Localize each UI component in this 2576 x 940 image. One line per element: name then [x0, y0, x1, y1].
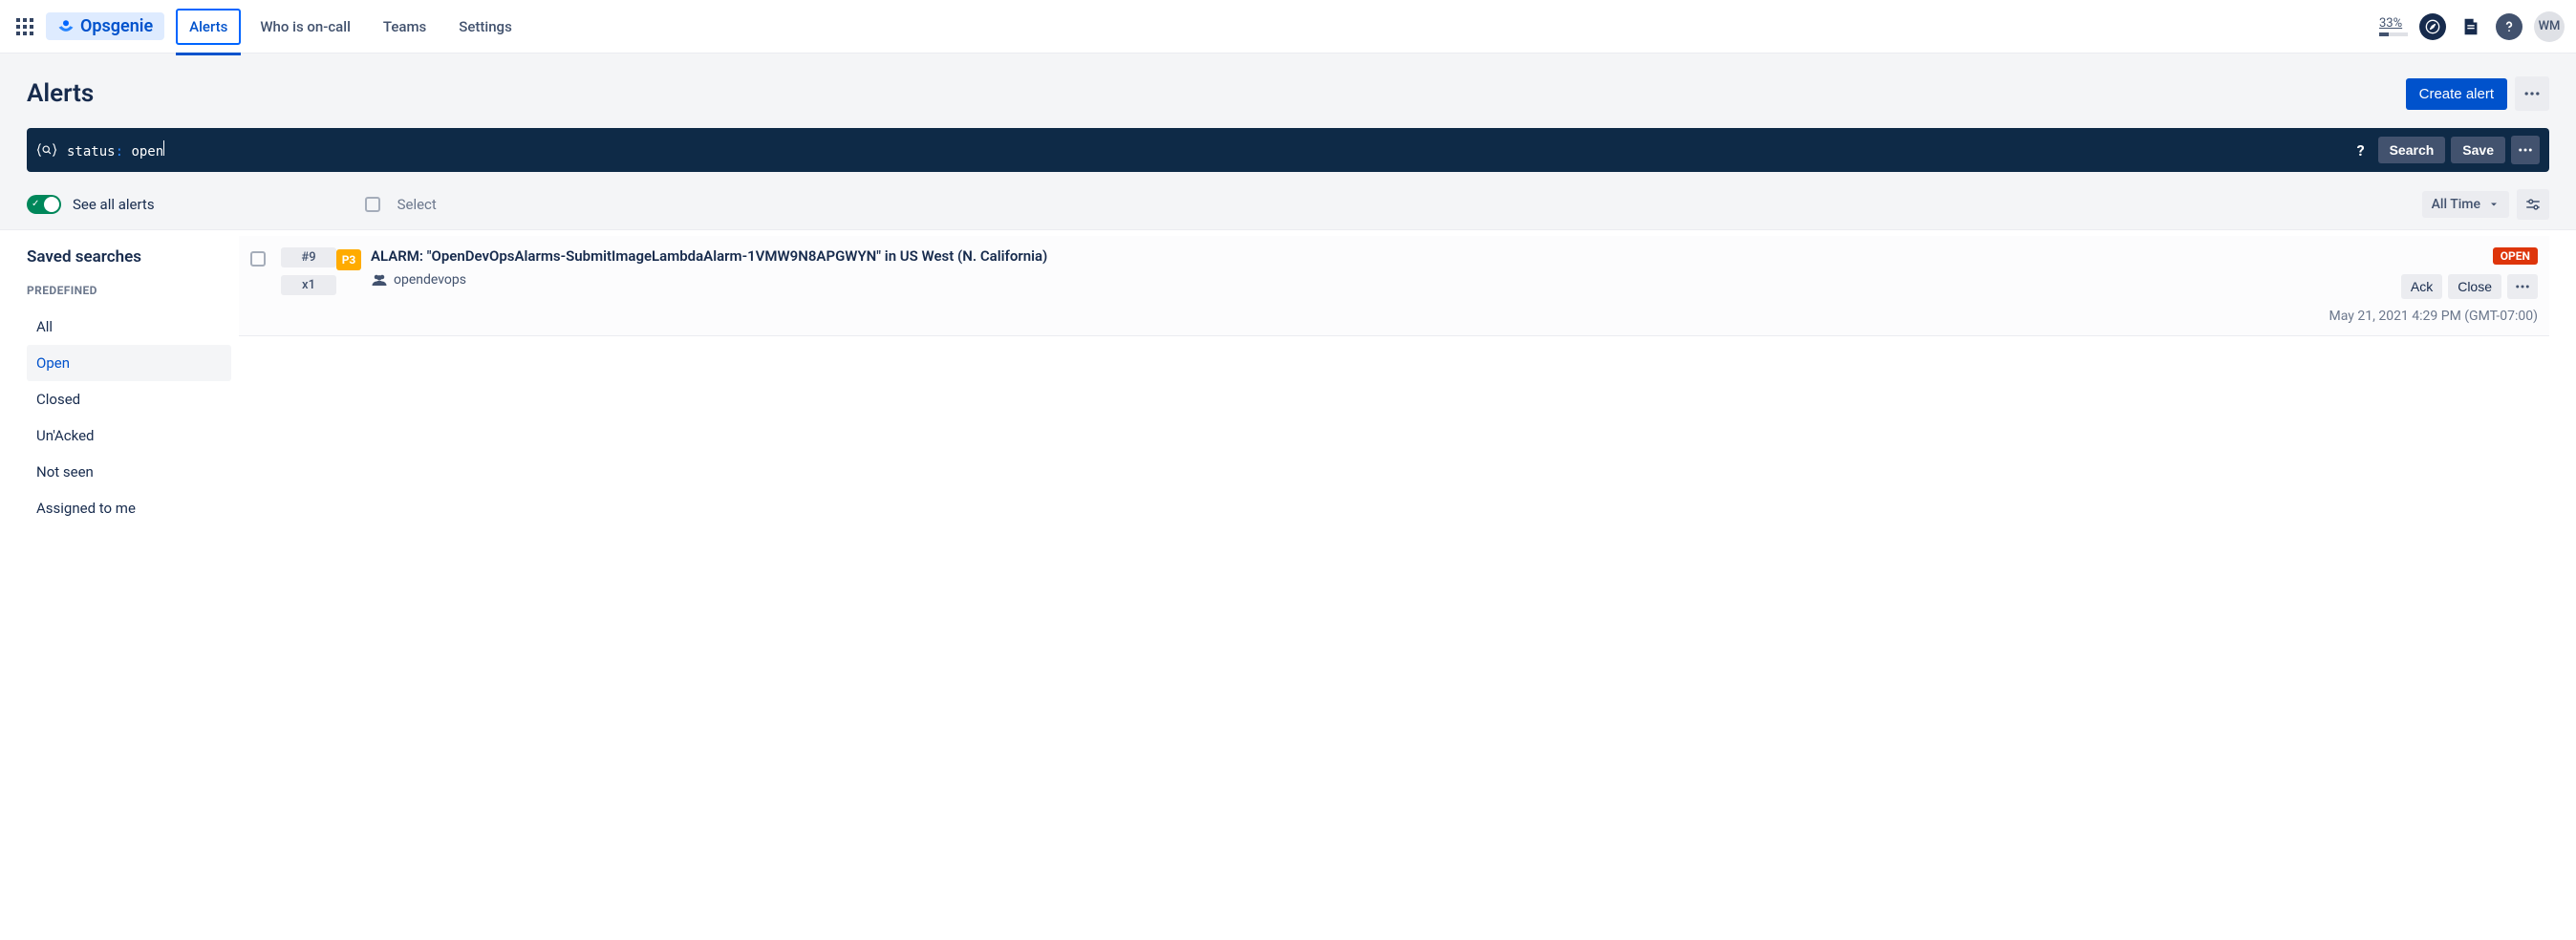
alert-team-name: opendevops — [394, 272, 466, 288]
sidebar-item-unacked[interactable]: Un'Acked — [27, 417, 231, 454]
page-more-icon[interactable] — [2515, 76, 2549, 111]
query-key: status — [67, 144, 116, 160]
sidebar: Saved searches PREDEFINED All Open Close… — [0, 230, 239, 544]
create-alert-button[interactable]: Create alert — [2406, 78, 2507, 110]
docs-icon[interactable] — [2458, 13, 2484, 40]
time-filter-dropdown[interactable]: All Time — [2422, 191, 2509, 218]
search-input[interactable]: status: open — [36, 140, 2350, 160]
alert-count-badge: x1 — [281, 275, 336, 295]
priority-badge: P3 — [336, 249, 361, 270]
alert-title[interactable]: ALARM: "OpenDevOpsAlarms-SubmitImageLamb… — [371, 247, 2329, 265]
sidebar-section-label: PREDEFINED — [27, 284, 231, 297]
user-avatar[interactable]: WM — [2534, 11, 2565, 42]
usage-percent[interactable]: 33% — [2379, 16, 2408, 36]
close-button[interactable]: Close — [2448, 274, 2501, 299]
search-bar: status: open ? Search Save — [27, 128, 2549, 172]
team-icon — [371, 273, 388, 287]
search-query-icon — [36, 141, 57, 159]
see-all-alerts-toggle[interactable]: ✓ — [27, 195, 61, 214]
query-value: open — [131, 144, 163, 160]
alert-checkbox[interactable] — [250, 251, 266, 267]
save-search-button[interactable]: Save — [2451, 137, 2505, 163]
sidebar-item-assigned-to-me[interactable]: Assigned to me — [27, 490, 231, 526]
nav-tab-teams[interactable]: Teams — [370, 9, 440, 45]
sidebar-title: Saved searches — [27, 247, 231, 267]
nav-tab-settings[interactable]: Settings — [445, 9, 526, 45]
select-label: Select — [397, 196, 437, 213]
app-switcher-icon[interactable] — [11, 13, 38, 40]
alert-team[interactable]: opendevops — [371, 272, 2329, 288]
ack-button[interactable]: Ack — [2401, 274, 2442, 299]
page-header: Alerts Create alert — [0, 53, 2576, 128]
sidebar-item-not-seen[interactable]: Not seen — [27, 454, 231, 490]
query-help-icon[interactable]: ? — [2350, 141, 2372, 160]
nav-tabs: Alerts Who is on-call Teams Settings — [176, 9, 531, 45]
page-title: Alerts — [27, 79, 94, 108]
brand-name: Opsgenie — [80, 16, 153, 36]
sidebar-item-open[interactable]: Open — [27, 345, 231, 381]
top-nav: Opsgenie Alerts Who is on-call Teams Set… — [0, 0, 2576, 53]
alert-status-badge: OPEN — [2493, 247, 2538, 265]
alerts-list: #9 x1 P3 ALARM: "OpenDevOpsAlarms-Submit… — [239, 230, 2576, 544]
alert-more-icon[interactable] — [2507, 274, 2538, 299]
toggle-label: See all alerts — [73, 196, 155, 213]
search-button[interactable]: Search — [2378, 137, 2446, 163]
brand-logo[interactable]: Opsgenie — [46, 12, 164, 40]
alert-row[interactable]: #9 x1 P3 ALARM: "OpenDevOpsAlarms-Submit… — [239, 236, 2549, 336]
filter-settings-icon[interactable] — [2517, 189, 2549, 220]
nav-tab-alerts[interactable]: Alerts — [176, 9, 241, 45]
help-icon[interactable] — [2496, 13, 2522, 40]
select-all-checkbox[interactable] — [365, 197, 380, 212]
alert-timestamp: May 21, 2021 4:29 PM (GMT-07:00) — [2329, 309, 2538, 324]
nav-tab-who-is-on-call[interactable]: Who is on-call — [247, 9, 364, 45]
opsgenie-icon — [57, 18, 75, 35]
alert-number-badge: #9 — [281, 247, 336, 267]
toolbar: ✓ See all alerts Select All Time — [0, 180, 2576, 230]
search-more-icon[interactable] — [2511, 136, 2540, 164]
content: Saved searches PREDEFINED All Open Close… — [0, 230, 2576, 544]
compass-icon[interactable] — [2419, 13, 2446, 40]
sidebar-item-closed[interactable]: Closed — [27, 381, 231, 417]
nav-right: 33% WM — [2379, 11, 2565, 42]
sidebar-item-all[interactable]: All — [27, 309, 231, 345]
chevron-down-icon — [2488, 199, 2500, 210]
